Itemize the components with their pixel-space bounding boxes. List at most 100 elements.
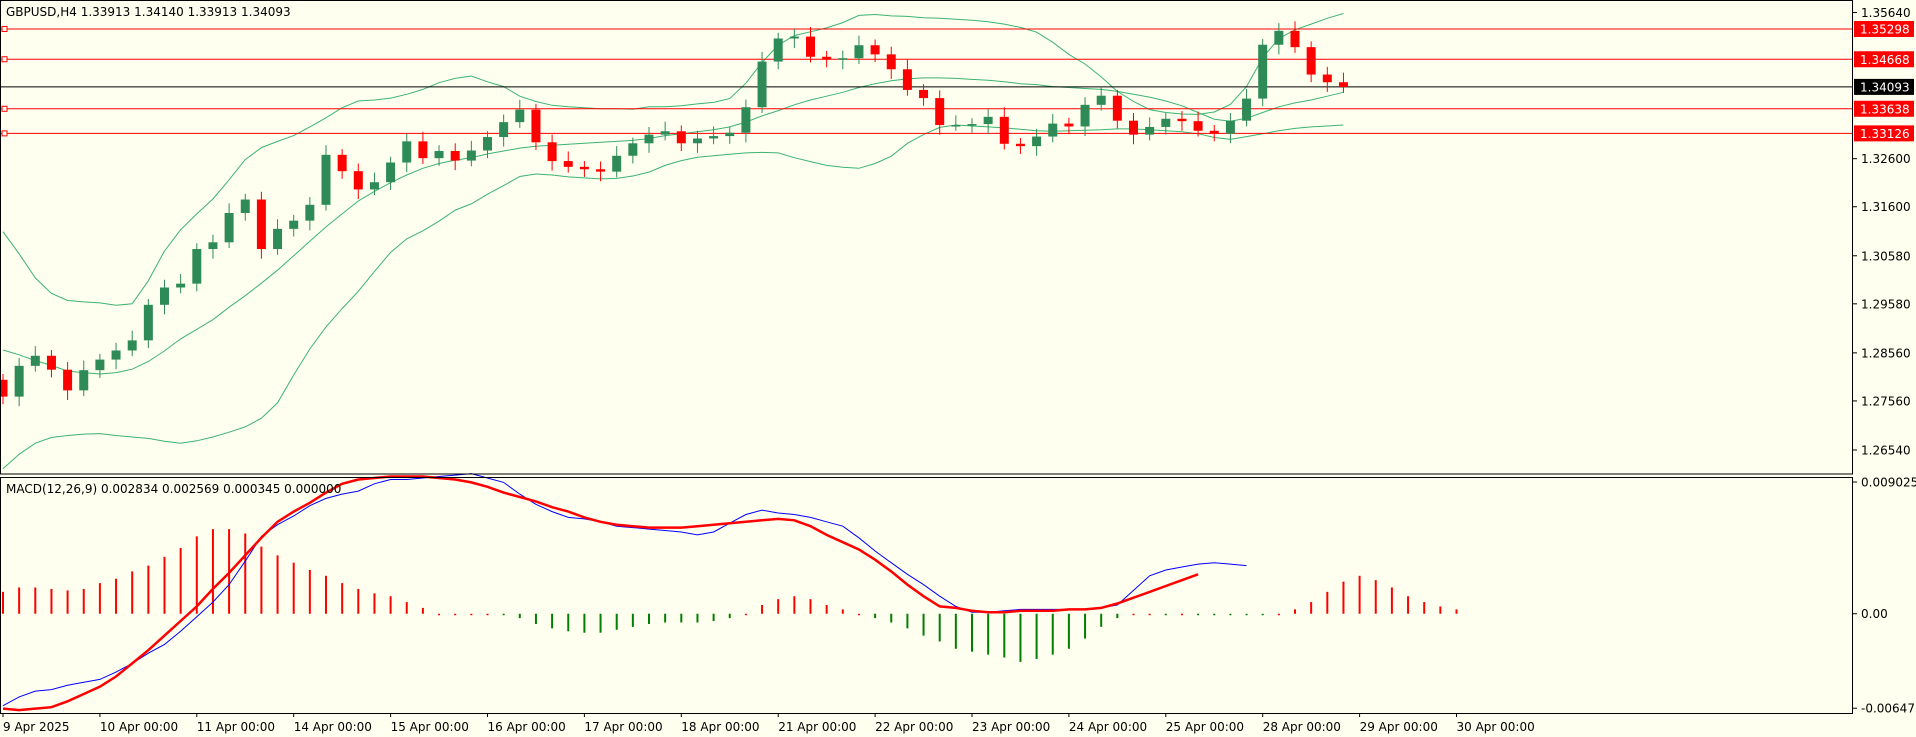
bb-lower-line (2, 124, 1344, 470)
candle-body (1322, 74, 1332, 83)
candle-body (14, 365, 24, 397)
candle (628, 137, 638, 164)
candle (967, 118, 977, 133)
candle-body (1032, 136, 1042, 147)
candle-body (1193, 121, 1203, 131)
candle-body (660, 131, 670, 135)
candle (240, 193, 250, 221)
candle-body (676, 131, 686, 144)
candle-body (1290, 30, 1300, 48)
candle-body (886, 54, 896, 70)
candle-body (1096, 95, 1106, 105)
candle-body (822, 56, 832, 60)
symbol-header: GBPUSD,H4 1.33913 1.34140 1.33913 1.3409… (6, 5, 291, 19)
candle-body (1258, 44, 1268, 99)
candle (1129, 113, 1138, 145)
time-axis-label: 16 Apr 00:00 (488, 720, 566, 734)
candle-body (1225, 120, 1235, 134)
time-axis[interactable]: 9 Apr 2025 10 Apr 00:00 11 Apr 00:00 14 Apr… (2, 713, 1535, 734)
price-axis-label: 1.27560 (1861, 394, 1911, 408)
candle (450, 143, 460, 171)
candle (935, 90, 945, 135)
candle-body (1048, 123, 1058, 137)
candle (757, 51, 767, 114)
candle (838, 50, 848, 70)
current-price-label: 1.34093 (1860, 80, 1910, 94)
candle-body (1112, 95, 1122, 121)
macd-indicator (2, 473, 1458, 712)
price-axis-label: 1.30580 (1861, 249, 1911, 263)
candle-body (612, 155, 622, 172)
level-handle[interactable] (1, 130, 8, 137)
candle-body (95, 359, 105, 371)
candle-body (224, 212, 234, 243)
candle (256, 191, 266, 259)
candle-body (1161, 118, 1171, 127)
candle-body (692, 138, 702, 144)
candle-body (902, 69, 912, 90)
level-handle[interactable] (1, 56, 8, 63)
candle (563, 151, 573, 173)
candle (160, 279, 169, 315)
candle (515, 100, 525, 128)
candle-body (143, 304, 153, 341)
candle (789, 28, 799, 49)
candle-body (773, 38, 783, 62)
candle (822, 50, 832, 68)
candle (1048, 113, 1058, 143)
candle-body (499, 122, 509, 138)
chart-window[interactable]: 1.35298 1.34668 1.33638 1.33126 1.34093 1.35… (0, 0, 1916, 737)
candle (369, 172, 379, 196)
candle-body (725, 132, 735, 137)
time-axis-label: 23 Apr 00:00 (972, 720, 1050, 734)
candle (1193, 111, 1203, 137)
candle-body (983, 116, 993, 125)
candle (224, 203, 234, 249)
candle (1242, 88, 1252, 127)
candle-body (951, 125, 961, 127)
candle-body (870, 45, 880, 55)
candle (983, 109, 993, 134)
candle (547, 134, 557, 171)
candle (418, 131, 428, 164)
candle-body (1129, 120, 1138, 135)
candle (192, 243, 202, 292)
price-levels[interactable]: 1.35298 1.34668 1.33638 1.33126 1.34093 (0, 20, 1914, 142)
candle-body (1209, 130, 1219, 134)
candle-body (450, 150, 460, 161)
candle-body (79, 370, 89, 391)
candle (579, 161, 589, 177)
candle-body (531, 109, 541, 143)
candle (902, 59, 912, 96)
price-axis-label: 1.32600 (1861, 152, 1911, 166)
price-level-label: 1.33638 (1860, 102, 1910, 116)
candle-body (63, 369, 73, 391)
candle-body (1145, 126, 1155, 135)
candle-body (515, 109, 525, 123)
candle (1338, 72, 1348, 93)
candle (919, 84, 929, 106)
candle (741, 99, 751, 143)
candle (143, 299, 153, 349)
candle-body (289, 220, 299, 229)
level-handle[interactable] (1, 25, 8, 32)
price-axis-label: 1.35640 (1861, 6, 1911, 20)
candle (644, 126, 654, 153)
candle (1274, 23, 1284, 55)
candle-body (402, 141, 412, 163)
level-handle[interactable] (1, 105, 8, 112)
candle (1290, 21, 1300, 53)
time-axis-label: 14 Apr 00:00 (294, 720, 372, 734)
candle-body (1306, 47, 1316, 75)
time-axis-label: 28 Apr 00:00 (1263, 720, 1341, 734)
candle-body (789, 36, 799, 39)
time-axis-label: 22 Apr 00:00 (875, 720, 953, 734)
candle-body (1338, 82, 1348, 88)
candle (1306, 41, 1316, 83)
time-axis-label: 15 Apr 00:00 (391, 720, 469, 734)
candle-body (0, 379, 8, 397)
time-axis-label: 17 Apr 00:00 (584, 720, 662, 734)
candle-body (30, 355, 40, 366)
macd-signal-line (2, 475, 1199, 712)
candle-body (483, 137, 492, 151)
